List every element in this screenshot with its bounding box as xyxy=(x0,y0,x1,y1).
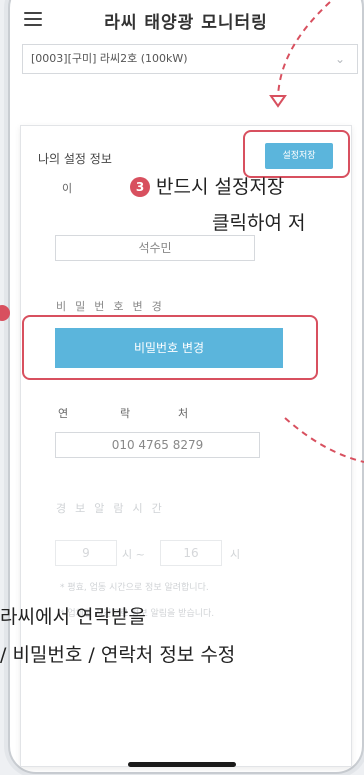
arrow-right xyxy=(284,417,364,463)
home-indicator xyxy=(128,762,236,767)
arrow-top xyxy=(277,1,331,97)
arrow-top-head xyxy=(269,95,287,108)
annotation-arrows xyxy=(269,1,364,463)
